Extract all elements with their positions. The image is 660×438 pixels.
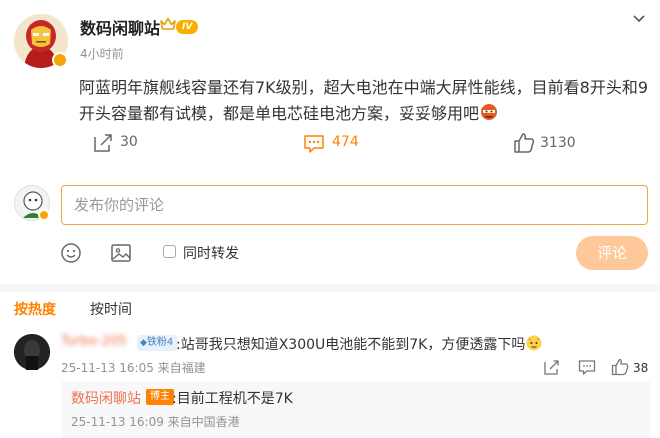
post-text: 阿蓝明年旗舰线容量还有7K级别，超大电池在中端大屏性能线，目前看8开头和9 开头… <box>79 75 649 130</box>
comment-meta: 25-11-13 16:05 来自福建 <box>61 361 206 375</box>
fan-level-badge: ◆铁粉4 <box>137 335 179 351</box>
comment-input[interactable]: 发布你的评论 <box>61 185 648 225</box>
reply-author-name[interactable]: 数码闲聊站 <box>71 388 141 408</box>
level-badge: IV <box>176 20 199 34</box>
tab-sort-time[interactable]: 按时间 <box>90 299 132 319</box>
comment-count[interactable]: 474 <box>332 134 359 150</box>
verified-badge-icon <box>52 52 68 68</box>
repost-checkbox[interactable] <box>163 245 176 258</box>
submit-comment-button[interactable]: 评论 <box>576 236 648 270</box>
comment-icon[interactable] <box>303 132 325 154</box>
share-icon[interactable] <box>92 132 114 154</box>
like-icon[interactable] <box>513 132 535 154</box>
emoji-icon[interactable] <box>60 242 82 264</box>
chevron-down-icon[interactable] <box>630 10 648 28</box>
emoji-icon <box>525 334 543 356</box>
share-icon[interactable] <box>543 358 561 380</box>
emoji-icon <box>479 102 499 130</box>
post-time[interactable]: 4小时前 <box>80 45 124 62</box>
post-text-line: 阿蓝明年旗舰线容量还有7K级别，超大电池在中端大屏性能线，目前看8开头和9 <box>79 78 649 97</box>
comment-text-content: :站哥我只想知道X300U电池能不能到7K，方便透露下吗 <box>176 337 526 353</box>
repost-count[interactable]: 30 <box>120 134 138 150</box>
comment-text: :站哥我只想知道X300U电池能不能到7K，方便透露下吗 <box>176 334 543 356</box>
image-icon[interactable] <box>110 242 132 264</box>
section-divider <box>0 284 660 292</box>
post-text-line: 开头容量都有试模，都是单电芯硅电池方案，妥妥够用吧 <box>79 104 480 123</box>
fan-level-label: 铁粉4 <box>146 337 174 348</box>
like-count[interactable]: 3130 <box>540 135 576 151</box>
diamond-icon: ◆ <box>140 338 147 348</box>
commenter-avatar[interactable] <box>14 334 50 370</box>
repost-option-label[interactable]: 同时转发 <box>183 243 239 263</box>
commenter-name[interactable]: Turbo-205 <box>61 334 127 349</box>
crown-icon <box>160 16 176 35</box>
reply-meta: 25-11-13 16:09 来自中国香港 <box>71 415 240 429</box>
tab-sort-hot[interactable]: 按热度 <box>14 299 56 319</box>
author-badge: 博主 <box>146 389 174 405</box>
comment-like-count[interactable]: 38 <box>633 361 648 375</box>
comment-icon[interactable] <box>578 358 596 380</box>
verified-badge-icon <box>38 209 50 221</box>
reply-text: :目前工程机不是7K <box>172 391 293 407</box>
like-icon[interactable] <box>611 358 629 380</box>
author-name[interactable]: 数码闲聊站 <box>80 15 160 39</box>
